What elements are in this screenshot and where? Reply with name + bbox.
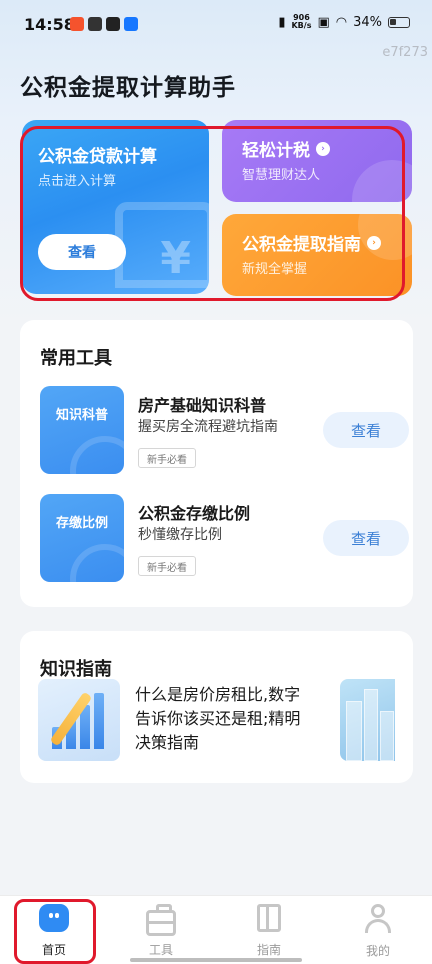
tools-heading: 常用工具 (40, 348, 112, 369)
withdrawal-guide-card[interactable]: 公积金提取指南 › 新规全掌握 (222, 214, 412, 296)
building-shape (346, 701, 362, 761)
tool-view-button[interactable]: 查看 (323, 520, 409, 556)
common-tools-panel: 常用工具 知识科普 房产基础知识科普 握买房全流程避坑指南 新手必看 查看 存缴… (20, 320, 413, 607)
tagline: e7f273 (382, 45, 428, 60)
book-icon (257, 904, 281, 932)
tab-label: 指南 (256, 943, 281, 957)
decor-ring (70, 544, 124, 582)
tax-card[interactable]: 轻松计税 › 智慧理财达人 (222, 120, 412, 202)
decor-ring (70, 436, 124, 474)
tab-icon-wrap (39, 904, 69, 933)
loan-calculator-card[interactable]: 公积金贷款计算 点击进入计算 ¥ 查看 (22, 120, 209, 294)
guide-card-subtitle: 新规全掌握 (242, 262, 308, 277)
tax-card-title: 轻松计税 (242, 141, 310, 161)
thumb-bar (94, 693, 104, 749)
bottom-tab-bar: 首页 工具 指南 我的 (0, 895, 432, 964)
article-thumbnail-buildings[interactable] (340, 679, 395, 761)
knowledge-heading: 知识指南 (40, 659, 112, 680)
tab-home[interactable]: 首页 (24, 902, 84, 958)
article-thumbnail-chart[interactable] (38, 679, 120, 761)
vibrate-icon: ▮ (278, 14, 286, 30)
knowledge-guide-panel: 知识指南 什么是房价房租比,数字告诉你该买还是租;精明决策指南 (20, 631, 413, 783)
tool-thumbnail-label: 存缴比例 (55, 516, 108, 531)
tab-label: 我的 (365, 944, 390, 958)
sim-icon: ▣ (317, 14, 330, 30)
loan-card-subtitle: 点击进入计算 (38, 174, 117, 189)
app-notification-icon (70, 17, 84, 31)
tab-icon-wrap (363, 904, 393, 934)
yen-icon: ¥ (160, 233, 191, 284)
wifi-icon: ◠ (335, 14, 348, 30)
tab-guide[interactable]: 指南 (239, 902, 299, 958)
chevron-right-icon: › (367, 235, 381, 250)
tab-tools[interactable]: 工具 (131, 902, 191, 958)
tool-view-button[interactable]: 查看 (323, 412, 409, 448)
page-title: 公积金提取计算助手 (20, 75, 236, 101)
tax-card-title-row: 轻松计税 › (242, 136, 330, 161)
tab-icon-wrap (254, 904, 284, 933)
chevron-right-icon: › (316, 141, 330, 156)
home-icon (39, 904, 69, 932)
tool-thumbnail: 存缴比例 (40, 494, 124, 582)
tool-title: 公积金存缴比例 (138, 504, 251, 523)
user-icon (363, 904, 393, 934)
loan-view-button[interactable]: 查看 (38, 234, 126, 270)
building-shape (380, 711, 394, 761)
notification-icons (70, 17, 138, 31)
app-notification-icon (106, 17, 120, 31)
tool-thumbnail-label: 知识科普 (55, 408, 108, 423)
tab-me[interactable]: 我的 (348, 902, 408, 958)
loan-card-title: 公积金贷款计算 (38, 147, 157, 167)
status-time: 14:58 (24, 15, 75, 34)
decor-blob (352, 160, 412, 202)
battery-icon (388, 16, 410, 28)
toolbox-icon (146, 904, 176, 936)
article-title[interactable]: 什么是房价房租比,数字告诉你该买还是租;精明决策指南 (135, 683, 315, 755)
home-indicator (130, 958, 302, 962)
tool-description: 秒懂缴存比例 (138, 527, 222, 543)
tab-label: 首页 (41, 943, 66, 957)
tool-description: 握买房全流程避坑指南 (138, 419, 278, 435)
status-bar: 14:58 ▮ 906 KB/s ▣ ◠ 34% (0, 0, 432, 46)
battery-text: 34% (353, 14, 382, 30)
alipay-notification-icon (124, 17, 138, 31)
building-shape (364, 689, 378, 761)
tax-card-subtitle: 智慧理财达人 (242, 168, 321, 183)
guide-card-title: 公积金提取指南 (242, 235, 361, 255)
tool-title: 房产基础知识科普 (138, 396, 267, 415)
tool-thumbnail: 知识科普 (40, 386, 124, 474)
app-notification-icon (88, 17, 102, 31)
tool-item-basics[interactable]: 知识科普 房产基础知识科普 握买房全流程避坑指南 新手必看 查看 (40, 386, 409, 474)
network-speed: 906 KB/s (291, 13, 312, 30)
tab-icon-wrap (146, 904, 176, 939)
tool-item-ratio[interactable]: 存缴比例 公积金存缴比例 秒懂缴存比例 新手必看 查看 (40, 494, 409, 582)
tool-tag: 新手必看 (138, 448, 196, 468)
tab-label: 工具 (148, 943, 173, 957)
guide-card-title-row: 公积金提取指南 › (242, 230, 381, 255)
status-right: ▮ 906 KB/s ▣ ◠ 34% (278, 14, 410, 30)
tool-tag: 新手必看 (138, 556, 196, 576)
